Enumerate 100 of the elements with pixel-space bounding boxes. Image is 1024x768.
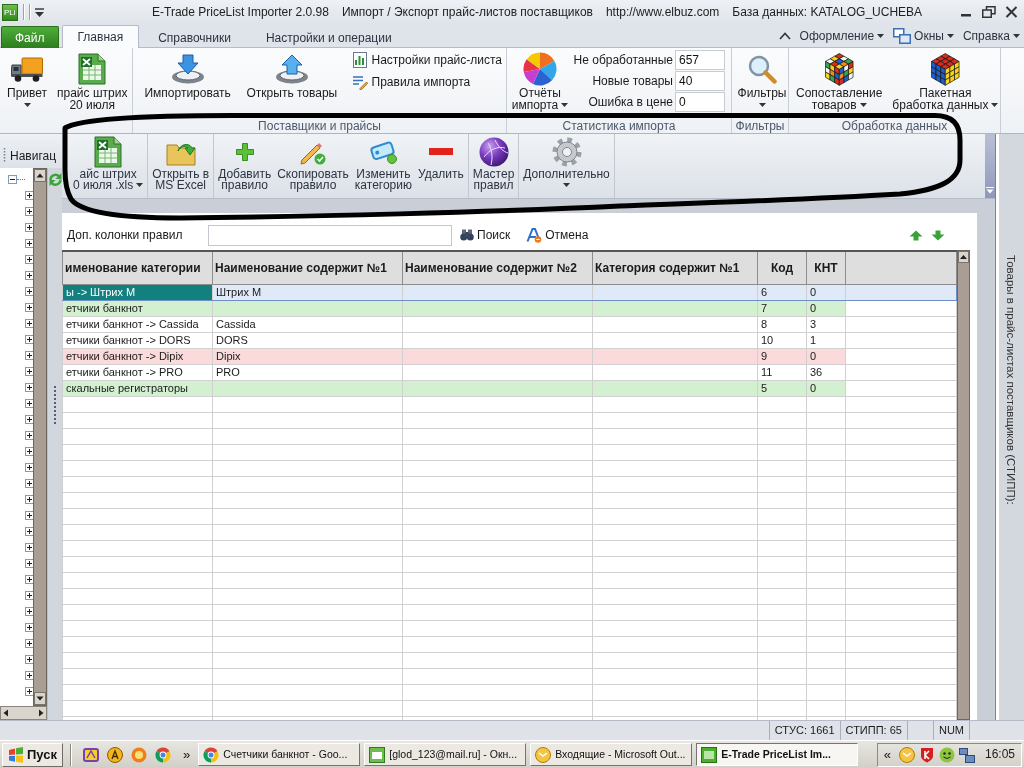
toolbar-button[interactable]: Скопировать правило xyxy=(275,134,351,192)
table-cell: скальные регистраторы xyxy=(62,380,213,396)
more-button[interactable]: » xyxy=(179,746,195,763)
status-text: NUM xyxy=(938,723,964,738)
toolbar-button[interactable]: айс штрих 0 июля .xls xyxy=(71,134,146,192)
file-tab[interactable]: Файл xyxy=(1,26,59,48)
table-cell: 6 xyxy=(757,284,807,300)
input-field[interactable] xyxy=(208,224,452,246)
table-cell: етчики банкнот -> Cassida xyxy=(62,316,213,332)
ribbon-button[interactable]: прайс штрих 20 июля xyxy=(54,49,131,112)
menu-button[interactable]: Окны xyxy=(893,28,954,44)
scroll-right-button[interactable] xyxy=(36,708,46,718)
app-icon xyxy=(369,746,386,763)
cancel-button[interactable]: Отмена xyxy=(526,227,589,243)
table-cell: 7 xyxy=(757,300,807,316)
menu-button[interactable]: Справка xyxy=(962,28,1020,44)
arrow-up-icon[interactable] xyxy=(909,229,923,241)
ribbon-small-button[interactable]: Настройки прайс-листа xyxy=(351,49,502,71)
close-icon[interactable] xyxy=(1005,6,1018,18)
table-cell: етчики банкнот -> Dipix xyxy=(62,348,213,364)
table-cell: 9 xyxy=(757,348,807,364)
grip-icon[interactable] xyxy=(53,385,57,425)
table-cell: 3 xyxy=(806,316,846,332)
scroll-left-button[interactable] xyxy=(1,708,11,718)
scroll-up-button[interactable] xyxy=(958,251,969,263)
ribbon-button[interactable]: Отчёты импорта xyxy=(511,49,569,112)
ribbon-tab[interactable]: Настройки и операции xyxy=(249,26,408,48)
grip-icon[interactable] xyxy=(3,147,6,163)
panel-title: Навигац xyxy=(10,148,57,163)
tray-icon[interactable] xyxy=(898,746,915,763)
stat-label: Не обработанные xyxy=(573,52,673,68)
table-cell: 5 xyxy=(757,380,807,396)
cube-icon xyxy=(824,52,854,86)
caret-icon xyxy=(1013,34,1020,38)
chevron-up-icon[interactable] xyxy=(778,32,791,40)
status-text: СТИПП: 65 xyxy=(845,723,902,738)
ribbon-button[interactable]: Привет xyxy=(4,49,50,112)
ribbon-button[interactable]: Сопоставление товаров xyxy=(793,49,886,112)
column-header[interactable]: Код xyxy=(757,251,807,284)
column-header[interactable]: Наименование содержит №2 xyxy=(402,251,593,284)
ribbon-tab[interactable]: Справочники xyxy=(142,26,247,48)
app-icon[interactable] xyxy=(83,746,99,763)
collapse-icon[interactable] xyxy=(8,174,17,184)
ribbon-button[interactable]: Импортировать xyxy=(137,49,239,101)
taskbar-button[interactable]: Счетчики банкнот - Goo... xyxy=(198,743,361,766)
search-button[interactable]: Поиск xyxy=(460,227,511,243)
taskbar-button[interactable]: Входящие - Microsoft Out... xyxy=(530,743,693,766)
arrow-down-icon[interactable] xyxy=(931,229,945,241)
table-cell: 1 xyxy=(806,332,846,348)
ribbon-button[interactable]: Пакетная бработка данных xyxy=(889,49,1002,112)
taskbar-button[interactable]: [glod_123@mail.ru] - Окн... xyxy=(364,743,527,766)
column-header[interactable]: КНТ xyxy=(806,251,846,284)
app-icon xyxy=(701,746,718,763)
windows-stack-icon xyxy=(893,28,912,44)
customize-icon[interactable] xyxy=(34,7,44,17)
spreadsheet-icon xyxy=(78,53,107,85)
arrow-up-icon xyxy=(274,54,309,84)
field-label: Доп. колонки правил xyxy=(67,227,184,243)
table-cell: Cassida xyxy=(212,316,403,332)
toolbar-button[interactable]: Изменить категорию xyxy=(352,134,414,192)
toolbar-button[interactable]: Удалить xyxy=(415,134,466,181)
group-title: Поставщики и прайсы xyxy=(258,119,381,133)
ribbon-small-button[interactable]: Правила импорта xyxy=(351,71,502,93)
table-cell: 0 xyxy=(806,380,846,396)
tray-icon[interactable] xyxy=(958,746,975,763)
arrow-down-icon xyxy=(170,54,205,84)
ribbon-tab[interactable]: Главная xyxy=(61,25,140,48)
app-icon[interactable] xyxy=(107,746,123,763)
toolbar-button[interactable]: Открыть в MS Excel xyxy=(150,134,212,192)
menu-button[interactable]: Оформление xyxy=(799,28,885,44)
database-name: База данных: KATALOG_UCHEBA xyxy=(732,4,923,20)
tray-icon[interactable] xyxy=(938,746,955,763)
toolbar-button[interactable]: Добавить правило xyxy=(216,134,274,192)
stat-field[interactable]: 40 xyxy=(675,71,725,91)
column-header[interactable]: Наименование содержит №1 xyxy=(212,251,403,284)
taskbar-button[interactable]: E-Trade PriceList Im... xyxy=(696,743,859,766)
toolbar-button[interactable]: Мастер правил xyxy=(470,134,517,192)
ribbon-button[interactable]: Фильтры xyxy=(736,49,788,112)
tray-icon[interactable] xyxy=(918,746,935,763)
ribbon-button[interactable]: Открыть товары xyxy=(242,49,342,101)
app-icon xyxy=(535,746,552,763)
column-header[interactable]: Категория содержит №1 xyxy=(592,251,758,284)
table-cell: 36 xyxy=(806,364,846,380)
scroll-up-button[interactable] xyxy=(34,169,46,182)
toolbar-button[interactable]: Дополнительно xyxy=(521,134,612,192)
table-cell: 10 xyxy=(757,332,807,348)
stat-field[interactable]: 0 xyxy=(675,92,725,112)
restore-icon[interactable] xyxy=(982,6,996,18)
start-button[interactable]: Пуск xyxy=(2,742,63,767)
table-cell: етчики банкнот -> DORS xyxy=(62,332,213,348)
search-icon xyxy=(747,54,777,84)
stat-label: Ошибка в цене xyxy=(587,94,673,110)
stat-field[interactable]: 657 xyxy=(675,50,725,70)
table-cell: етчики банкнот -> PRO xyxy=(62,364,213,380)
more-button[interactable]: « xyxy=(879,746,895,763)
scroll-down-button[interactable] xyxy=(34,692,46,705)
column-header[interactable]: именование категории xyxy=(62,251,213,284)
window-title: E-Trade PriceList Importer 2.0.98 xyxy=(152,4,329,20)
overflow-icon[interactable] xyxy=(986,187,994,194)
spreadsheet-icon xyxy=(94,135,123,168)
